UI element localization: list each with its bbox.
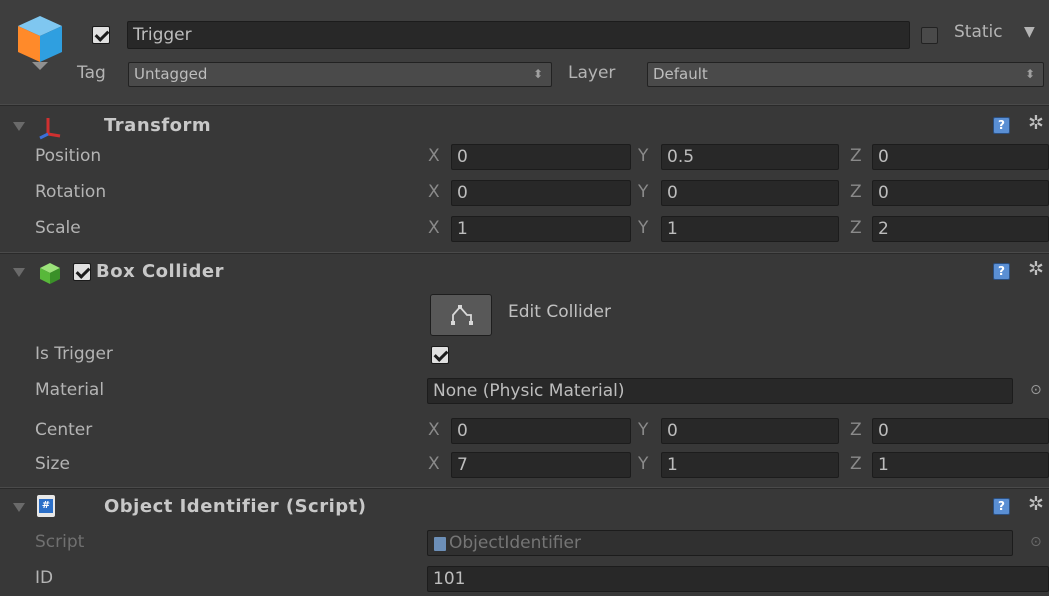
foldout-arrow-icon[interactable] [13, 268, 25, 277]
scale-z-axis: Z [850, 218, 862, 238]
rotation-z-axis: Z [850, 182, 862, 202]
size-x-axis: X [428, 454, 440, 474]
divider [0, 104, 1049, 106]
green-cube-icon [40, 263, 60, 284]
position-y-axis: Y [638, 146, 649, 166]
foldout-arrow-icon[interactable] [13, 503, 25, 512]
help-icon[interactable]: ? [993, 498, 1010, 515]
help-icon[interactable]: ? [993, 263, 1010, 280]
static-checkbox[interactable] [921, 27, 938, 44]
scale-z-field[interactable]: 2 [872, 216, 1049, 242]
size-z-field[interactable]: 1 [872, 452, 1049, 478]
script-component-header[interactable]: # Object Identifier (Script) ? ✲ [0, 490, 1049, 524]
size-z-axis: Z [850, 454, 862, 474]
rotation-y-axis: Y [638, 182, 649, 202]
size-label: Size [35, 454, 70, 474]
layer-select-value: Default [653, 65, 708, 83]
csharp-script-icon: # [39, 499, 53, 513]
center-x-axis: X [428, 420, 440, 440]
divider [0, 487, 1049, 489]
help-icon[interactable]: ? [993, 117, 1010, 134]
center-label: Center [35, 420, 93, 440]
size-x-field[interactable]: 7 [451, 452, 631, 478]
box-collider-title: Box Collider [96, 261, 225, 282]
script-file-icon [434, 537, 446, 551]
center-y-field[interactable]: 0 [661, 418, 839, 444]
tag-select[interactable]: Untagged ⬍ [128, 62, 552, 87]
box-collider-enabled-checkbox[interactable] [73, 263, 91, 281]
layer-label: Layer [568, 63, 616, 83]
rotation-label: Rotation [35, 182, 107, 202]
script-component-title: Object Identifier (Script) [104, 496, 367, 517]
static-label: Static [954, 22, 1003, 42]
scale-x-field[interactable]: 1 [451, 216, 631, 242]
size-y-field[interactable]: 1 [661, 452, 839, 478]
tag-label: Tag [77, 63, 106, 83]
layer-select-arrow-icon: ⬍ [1024, 67, 1035, 81]
position-z-field[interactable]: 0 [872, 144, 1049, 170]
rotation-x-axis: X [428, 182, 440, 202]
gear-icon[interactable]: ✲ [1028, 114, 1044, 133]
center-z-axis: Z [850, 420, 862, 440]
static-dropdown-arrow-icon[interactable]: ▼ [1024, 24, 1035, 40]
transform-axes-icon [39, 118, 61, 140]
edit-collider-icon [451, 305, 473, 325]
position-label: Position [35, 146, 102, 166]
cube-icon [18, 16, 62, 70]
is-trigger-checkbox[interactable] [431, 346, 449, 364]
position-y-field[interactable]: 0.5 [661, 144, 839, 170]
id-field[interactable]: 101 [427, 566, 1049, 592]
object-picker-icon: ⊙ [1030, 534, 1042, 550]
size-y-axis: Y [638, 454, 649, 474]
edit-collider-button[interactable] [430, 294, 492, 336]
scale-x-axis: X [428, 218, 440, 238]
transform-title: Transform [104, 115, 212, 136]
script-field-value: ObjectIdentifier [449, 533, 581, 553]
center-y-axis: Y [638, 420, 649, 440]
material-field[interactable]: None (Physic Material) [427, 378, 1013, 404]
object-picker-icon[interactable]: ⊙ [1030, 382, 1042, 398]
position-x-axis: X [428, 146, 440, 166]
transform-header[interactable]: Transform ? ✲ [0, 108, 1049, 142]
center-x-field[interactable]: 0 [451, 418, 631, 444]
rotation-y-field[interactable]: 0 [661, 180, 839, 206]
scale-label: Scale [35, 218, 81, 238]
center-z-field[interactable]: 0 [872, 418, 1049, 444]
id-label: ID [35, 568, 54, 588]
active-checkbox[interactable] [92, 26, 110, 44]
gear-icon[interactable]: ✲ [1028, 260, 1044, 279]
position-z-axis: Z [850, 146, 862, 166]
script-label: Script [35, 532, 85, 552]
object-header: Trigger Static ▼ Tag Untagged ⬍ Layer De… [0, 0, 1049, 104]
csharp-script-icon: # [37, 495, 55, 517]
foldout-arrow-icon[interactable] [13, 122, 25, 131]
material-label: Material [35, 380, 105, 400]
object-name-field[interactable]: Trigger [127, 21, 910, 49]
edit-collider-label: Edit Collider [508, 302, 612, 322]
position-x-field[interactable]: 0 [451, 144, 631, 170]
is-trigger-label: Is Trigger [35, 344, 113, 364]
gear-icon[interactable]: ✲ [1028, 495, 1044, 514]
divider [0, 252, 1049, 254]
script-field: ObjectIdentifier [427, 530, 1013, 556]
scale-y-field[interactable]: 1 [661, 216, 839, 242]
rotation-z-field[interactable]: 0 [872, 180, 1049, 206]
layer-select[interactable]: Default ⬍ [647, 62, 1044, 87]
rotation-x-field[interactable]: 0 [451, 180, 631, 206]
scale-y-axis: Y [638, 218, 649, 238]
tag-select-arrow-icon: ⬍ [532, 67, 543, 81]
box-collider-header[interactable]: Box Collider ? ✲ [0, 255, 1049, 289]
tag-select-value: Untagged [134, 65, 208, 83]
